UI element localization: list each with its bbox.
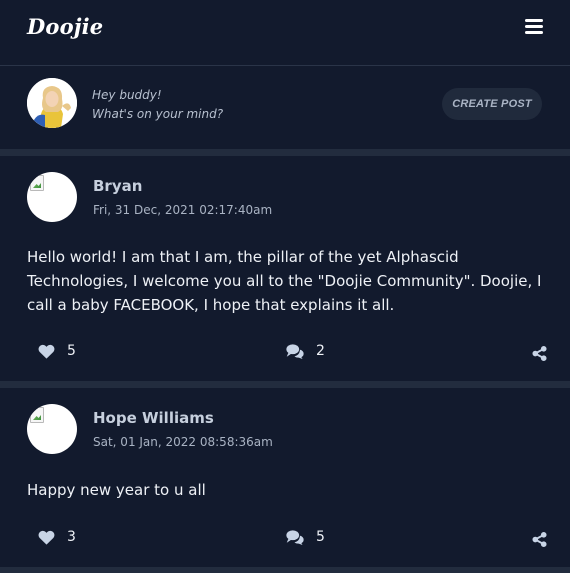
section-divider <box>0 567 570 573</box>
broken-image-icon <box>30 175 44 191</box>
share-button[interactable] <box>532 346 547 365</box>
create-post-button[interactable]: CREATE POST <box>442 88 542 120</box>
comments-icon <box>286 343 304 359</box>
like-count: 5 <box>67 343 76 359</box>
prompt-line-question: What's on your mind? <box>92 107 224 121</box>
like-button[interactable]: 3 <box>38 529 76 545</box>
share-icon <box>532 346 547 361</box>
heart-icon <box>38 530 55 545</box>
app-logo[interactable]: Doojie <box>27 14 103 39</box>
share-button[interactable] <box>532 532 547 551</box>
heart-icon <box>38 344 55 359</box>
post-composer: Hey buddy! What's on your mind? CREATE P… <box>0 66 570 149</box>
post-date: Fri, 31 Dec, 2021 02:17:40am <box>93 203 273 217</box>
author-avatar[interactable] <box>27 404 77 454</box>
author-avatar[interactable] <box>27 172 77 222</box>
comment-button[interactable]: 2 <box>286 343 325 359</box>
share-icon <box>532 532 547 547</box>
like-count: 3 <box>67 529 76 545</box>
composer-prompt[interactable]: Hey buddy! What's on your mind? <box>92 86 223 124</box>
post-card: Bryan Fri, 31 Dec, 2021 02:17:40am Hello… <box>0 156 570 381</box>
post-card: Hope Williams Sat, 01 Jan, 2022 08:58:36… <box>0 388 570 567</box>
post-author[interactable]: Hope Williams <box>93 409 214 427</box>
post-author[interactable]: Bryan <box>93 177 142 195</box>
post-text: Hello world! I am that I am, the pillar … <box>27 248 542 314</box>
section-divider <box>0 381 570 388</box>
user-avatar[interactable] <box>27 78 77 128</box>
top-navbar: Doojie <box>0 0 570 66</box>
post-date: Sat, 01 Jan, 2022 08:58:36am <box>93 435 273 449</box>
comment-count: 5 <box>316 529 325 545</box>
comment-count: 2 <box>316 343 325 359</box>
comment-button[interactable]: 5 <box>286 529 325 545</box>
prompt-line-greeting: Hey buddy! <box>92 88 162 102</box>
like-button[interactable]: 5 <box>38 343 76 359</box>
section-divider <box>0 149 570 156</box>
hamburger-menu-icon[interactable] <box>525 19 543 35</box>
broken-image-icon <box>30 407 44 423</box>
comments-icon <box>286 529 304 545</box>
post-text: Happy new year to u all <box>27 481 206 499</box>
